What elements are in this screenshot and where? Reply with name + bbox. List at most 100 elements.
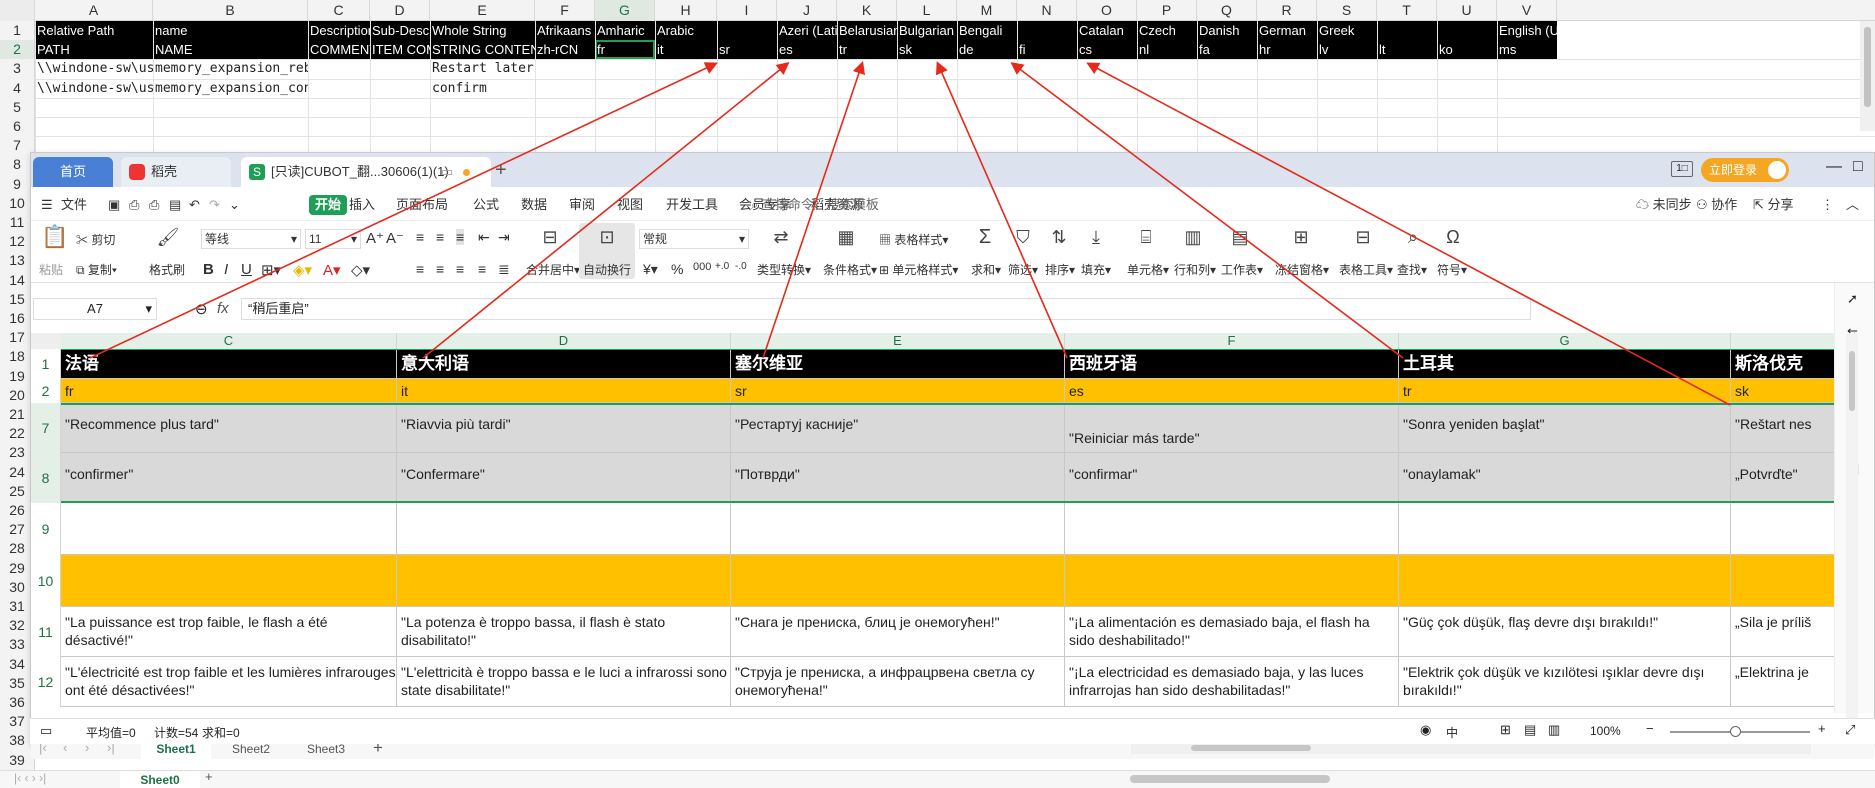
outer-cell-4-E[interactable]: confirm <box>430 79 535 98</box>
type-convert-button[interactable]: 类型转换▾ <box>757 261 811 278</box>
outer-header-2-E[interactable]: STRING CONTENT <box>430 40 535 59</box>
format-painter-button[interactable]: 格式刷 <box>149 261 185 278</box>
outer-col-V[interactable]: V <box>1497 0 1557 21</box>
outer-hscroll[interactable] <box>1130 775 1330 783</box>
inner-cell-9-1[interactable] <box>397 503 731 555</box>
outer-col-J[interactable]: J <box>777 0 837 21</box>
zoom-slider[interactable] <box>1670 726 1810 737</box>
distributed-icon[interactable]: ≣ <box>498 261 510 278</box>
align-right-icon[interactable]: ≡ <box>456 261 464 277</box>
cell-button[interactable]: 单元格▾ <box>1127 261 1169 278</box>
outer-col-E[interactable]: E <box>430 0 535 21</box>
select-all-corner-inner[interactable] <box>31 333 61 349</box>
align-top-icon[interactable]: ≡ <box>416 229 424 245</box>
outer-header-2-M[interactable]: de <box>957 40 1017 59</box>
sheet-icon[interactable]: ▤ <box>1228 227 1252 247</box>
inner-cell-7-0[interactable]: "Recommence plus tard" <box>61 403 397 453</box>
inner-cell-1-1[interactable]: 意大利语 <box>397 349 731 379</box>
filter-button[interactable]: 筛选▾ <box>1008 261 1038 278</box>
hamburger-icon[interactable]: ☰ <box>41 195 53 215</box>
tab-docer[interactable]: 稻壳 <box>121 157 231 187</box>
tab-file[interactable]: S [只读]CUBOT_翻...30606(1)(1) ▭ <box>241 157 491 187</box>
outer-nav-icon[interactable]: |‹ ‹ › ›| <box>14 771 46 785</box>
inner-cell-10-1[interactable] <box>397 555 731 607</box>
inner-cell-8-5[interactable]: „Potvrďte" <box>1731 453 1851 503</box>
outer-col-C[interactable]: C <box>308 0 370 21</box>
outer-header-2-A[interactable]: PATH <box>35 40 153 59</box>
outer-col-H[interactable]: H <box>655 0 717 21</box>
fill-color-icon[interactable]: ◈▾ <box>293 261 312 279</box>
sort-button[interactable]: 排序▾ <box>1045 261 1075 278</box>
maximize-button[interactable]: □ <box>1853 158 1863 176</box>
outer-header-1-M[interactable]: Bengali <box>957 21 1017 40</box>
thousands-icon[interactable]: 000 <box>693 261 711 273</box>
rowcol-icon[interactable]: ▥ <box>1181 227 1205 247</box>
inner-cell-11-3[interactable]: "¡La alimentación es demasiado baja, el … <box>1065 607 1399 657</box>
cell-style-button[interactable]: ⊞ 单元格样式▾ <box>879 261 958 278</box>
font-select[interactable]: 等线 ▾ <box>201 229 301 249</box>
symbol-icon[interactable]: Ω <box>1441 227 1465 247</box>
inner-row-7[interactable]: 7 <box>31 403 61 453</box>
outer-cell-3-E[interactable]: Restart later <box>430 59 535 78</box>
fill-button[interactable]: 填充▾ <box>1081 261 1111 278</box>
outer-row-6[interactable]: 6 <box>0 117 35 137</box>
clear-format-icon[interactable]: ◇▾ <box>351 261 370 279</box>
shrink-font-icon[interactable]: A⁻ <box>386 229 404 247</box>
outer-col-A[interactable]: A <box>35 0 153 21</box>
font-size-select[interactable]: 11 ▾ <box>305 229 361 249</box>
inner-col-C[interactable]: C <box>61 333 397 349</box>
inner-cell-9-0[interactable] <box>61 503 397 555</box>
outer-header-2-C[interactable]: COMMENT <box>308 40 370 59</box>
name-box[interactable]: A7 ▾ <box>33 298 157 320</box>
menu-7[interactable]: 开发工具 <box>666 195 718 215</box>
italic-icon[interactable]: I <box>224 261 228 278</box>
outer-col-O[interactable]: O <box>1077 0 1137 21</box>
outer-col-T[interactable]: T <box>1377 0 1437 21</box>
cut-button[interactable]: ✂ 剪切 <box>76 231 115 248</box>
outer-vertical-scrollbar[interactable] <box>1860 21 1875 131</box>
window-layout-icon[interactable]: 1□ <box>1671 161 1693 177</box>
outer-header-2-H[interactable]: it <box>655 40 717 59</box>
inner-cell-9-5[interactable] <box>1731 503 1851 555</box>
inner-cell-2-1[interactable]: it <box>397 379 731 403</box>
outer-header-2-K[interactable]: tr <box>837 40 897 59</box>
fx-icon[interactable]: fx <box>217 300 229 317</box>
outer-header-2-P[interactable]: nl <box>1137 40 1197 59</box>
table-style-button[interactable]: ▦ 表格样式▾ <box>879 231 948 248</box>
cell-icon[interactable]: ⌸ <box>1134 227 1158 247</box>
fill-icon[interactable]: ⤓ <box>1084 227 1108 247</box>
inner-cell-1-5[interactable]: 斯洛伐克 <box>1731 349 1851 379</box>
outer-header-2-T[interactable]: lt <box>1377 40 1437 59</box>
sort-icon[interactable]: ⇅ <box>1047 227 1071 247</box>
outer-header-1-D[interactable]: Sub-Descrip <box>370 21 430 40</box>
find-icon[interactable]: ⌕ <box>1401 227 1425 247</box>
outer-header-1-L[interactable]: Bulgarian <box>897 21 957 40</box>
inner-col-G[interactable]: G <box>1399 333 1731 349</box>
inner-cell-10-3[interactable] <box>1065 555 1399 607</box>
zoom-level[interactable]: 100% <box>1590 724 1621 738</box>
login-button[interactable]: 立即登录 <box>1701 158 1789 182</box>
quick-more-icon[interactable]: ⌄ <box>229 195 240 215</box>
inner-cell-10-2[interactable] <box>731 555 1065 607</box>
outer-col-F[interactable]: F <box>535 0 595 21</box>
outer-header-1-R[interactable]: German <box>1257 21 1317 40</box>
outer-col-U[interactable]: U <box>1437 0 1497 21</box>
outer-header-1-G[interactable]: Amharic <box>595 21 655 40</box>
table-tools-button[interactable]: 表格工具▾ <box>1339 261 1393 278</box>
inner-cell-9-2[interactable] <box>731 503 1065 555</box>
inner-cell-11-2[interactable]: "Снага је прениска, блиц је онемогућен!" <box>731 607 1065 657</box>
grow-font-icon[interactable]: A⁺ <box>366 229 384 247</box>
inner-cell-10-5[interactable] <box>1731 555 1851 607</box>
page-layout-view-icon[interactable]: ▤ <box>1524 722 1536 738</box>
inner-row-2[interactable]: 2 <box>31 379 61 403</box>
find-button[interactable]: 查找▾ <box>1397 261 1427 278</box>
cond-format-icon[interactable]: ▦ <box>834 227 858 247</box>
outer-header-2-R[interactable]: hr <box>1257 40 1317 59</box>
decimal-increase-icon[interactable]: +.0 <box>715 261 729 272</box>
sum-button[interactable]: 求和▾ <box>971 261 1001 278</box>
merge-center-button[interactable]: 合并居中▾ <box>526 261 580 278</box>
copy-button[interactable]: ⧉ 复制▾ <box>76 261 117 278</box>
table-tools-icon[interactable]: ⊟ <box>1351 227 1375 247</box>
filter-icon[interactable]: ⛉ <box>1011 227 1035 247</box>
outer-add-sheet[interactable]: + <box>205 769 213 784</box>
